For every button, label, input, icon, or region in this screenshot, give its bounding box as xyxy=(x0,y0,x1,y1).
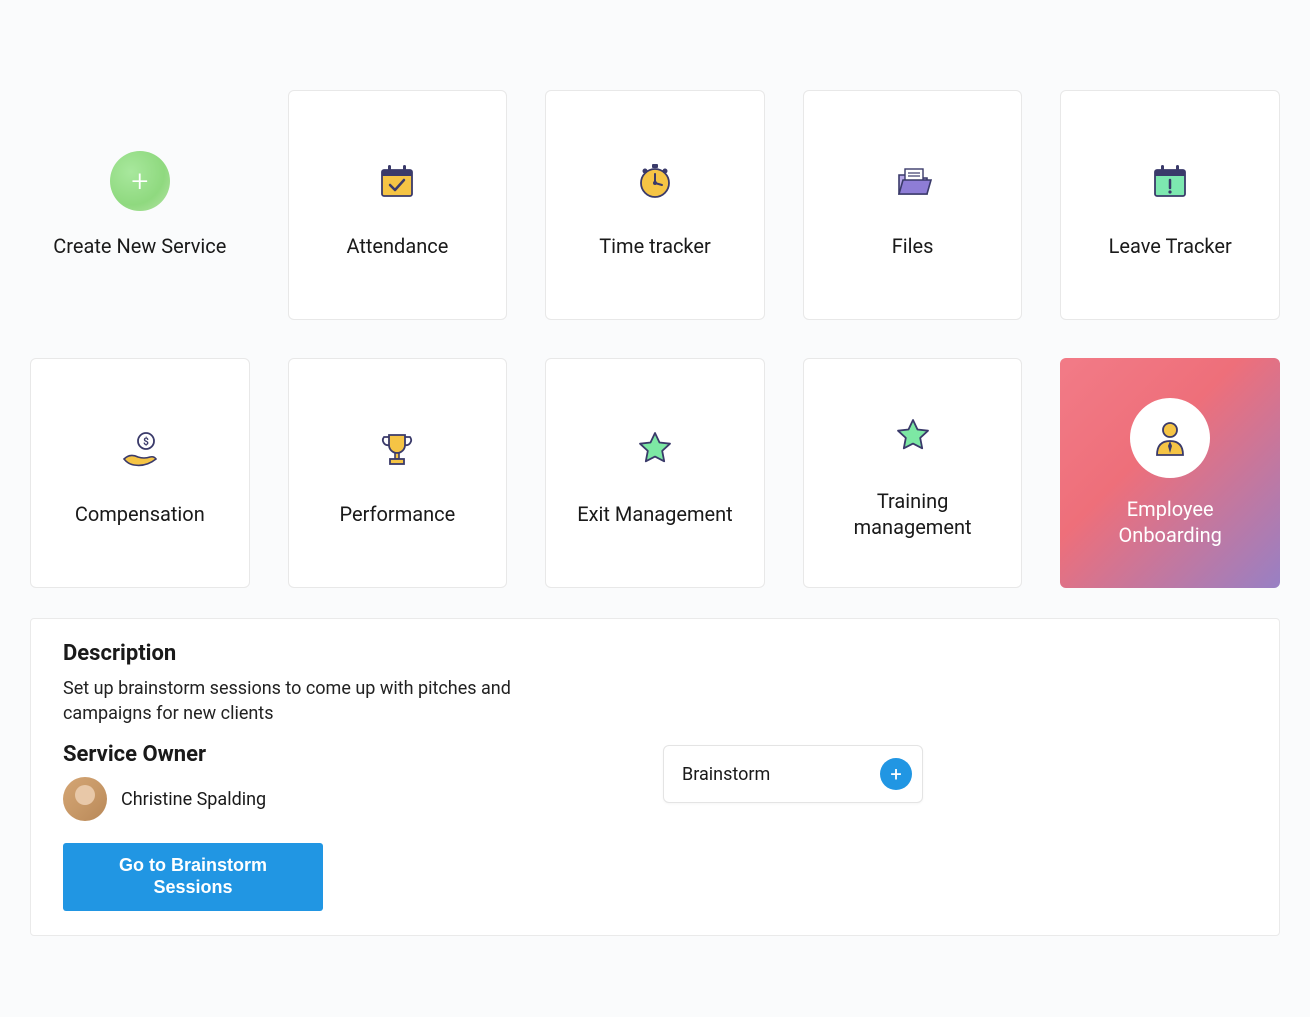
svg-text:$: $ xyxy=(143,435,149,448)
service-card-performance[interactable]: Performance xyxy=(288,358,508,588)
clock-icon xyxy=(625,151,685,211)
service-card-employee-onboarding[interactable]: Employee Onboarding xyxy=(1060,358,1280,588)
service-owner-name: Christine Spalding xyxy=(121,789,266,810)
folder-icon xyxy=(883,151,943,211)
service-owner-heading: Service Owner xyxy=(63,742,583,767)
service-card-exit-management[interactable]: Exit Management xyxy=(545,358,765,588)
create-new-service-card[interactable]: + Create New Service xyxy=(30,90,250,320)
service-card-compensation[interactable]: $ Compensation xyxy=(30,358,250,588)
star-icon xyxy=(625,419,685,479)
calendar-check-icon xyxy=(367,151,427,211)
card-label: Exit Management xyxy=(577,501,733,527)
plus-icon: + xyxy=(110,151,170,211)
card-label: Attendance xyxy=(346,233,448,259)
hand-coin-icon: $ xyxy=(110,419,170,479)
card-label: Compensation xyxy=(75,501,205,527)
description-heading: Description xyxy=(63,641,583,666)
card-label: Files xyxy=(892,233,934,259)
card-label: Training management xyxy=(824,488,1002,540)
avatar xyxy=(63,777,107,821)
service-card-files[interactable]: Files xyxy=(803,90,1023,320)
person-icon xyxy=(1130,398,1210,478)
add-icon[interactable]: + xyxy=(880,758,912,790)
card-label: Leave Tracker xyxy=(1109,233,1232,259)
card-label: Time tracker xyxy=(599,233,711,259)
service-grid: + Create New Service Attendance xyxy=(30,90,1280,588)
card-label: Performance xyxy=(340,501,456,527)
service-detail-panel: Description Set up brainstorm sessions t… xyxy=(30,618,1280,936)
chip-label: Brainstorm xyxy=(682,764,770,785)
brainstorm-chip: Brainstorm + xyxy=(663,745,923,803)
go-to-brainstorm-button[interactable]: Go to Brainstorm Sessions xyxy=(63,843,323,910)
card-label: Employee Onboarding xyxy=(1080,496,1260,548)
card-label: Create New Service xyxy=(53,233,226,259)
service-card-attendance[interactable]: Attendance xyxy=(288,90,508,320)
service-card-leave-tracker[interactable]: Leave Tracker xyxy=(1060,90,1280,320)
service-card-training-management[interactable]: Training management xyxy=(803,358,1023,588)
service-card-time-tracker[interactable]: Time tracker xyxy=(545,90,765,320)
star-icon xyxy=(883,406,943,466)
trophy-icon xyxy=(367,419,427,479)
description-text: Set up brainstorm sessions to come up wi… xyxy=(63,676,583,726)
calendar-alert-icon xyxy=(1140,151,1200,211)
service-owner-row: Christine Spalding xyxy=(63,777,583,821)
